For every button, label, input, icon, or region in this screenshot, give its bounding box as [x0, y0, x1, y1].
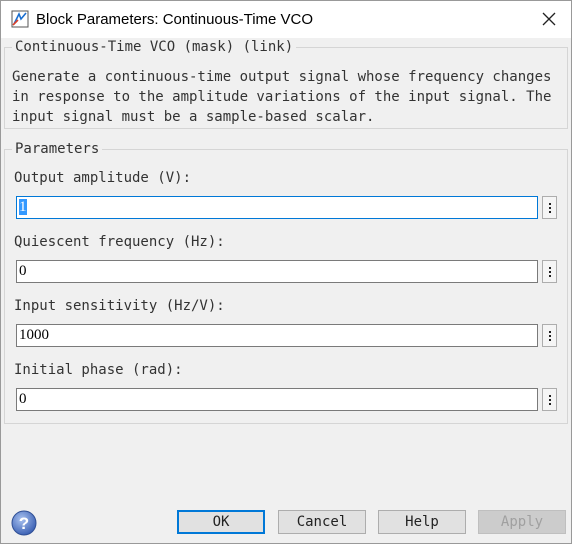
dot-icon	[548, 338, 551, 341]
svg-text:?: ?	[19, 514, 29, 533]
output-amplitude-input[interactable]: 1	[16, 196, 538, 219]
dot-icon	[548, 270, 551, 273]
dot-icon	[548, 210, 551, 213]
dot-icon	[548, 334, 551, 337]
dot-icon	[548, 274, 551, 277]
dot-icon	[548, 394, 551, 397]
dot-icon	[548, 206, 551, 209]
parameters-group	[4, 149, 568, 424]
output-amplitude-label: Output amplitude (V):	[14, 170, 192, 186]
mask-description: Generate a continuous-time output signal…	[12, 69, 552, 125]
dot-icon	[548, 398, 551, 401]
dot-icon	[548, 330, 551, 333]
window-title: Block Parameters: Continuous-Time VCO	[36, 11, 314, 28]
initial-phase-label: Initial phase (rad):	[14, 362, 183, 378]
output-amplitude-value: 1	[19, 199, 27, 215]
initial-phase-input[interactable]: 0	[16, 388, 538, 411]
close-icon	[542, 12, 556, 26]
cancel-button[interactable]: Cancel	[278, 510, 366, 534]
ok-button[interactable]: OK	[177, 510, 265, 534]
initial-phase-more-button[interactable]	[542, 388, 557, 411]
input-sensitivity-more-button[interactable]	[542, 324, 557, 347]
parameters-legend: Parameters	[12, 141, 103, 157]
apply-button[interactable]: Apply	[478, 510, 566, 534]
dot-icon	[548, 266, 551, 269]
title-bar: Block Parameters: Continuous-Time VCO	[0, 0, 572, 38]
quiescent-frequency-more-button[interactable]	[542, 260, 557, 283]
help-icon[interactable]: ?	[11, 510, 37, 536]
input-sensitivity-label: Input sensitivity (Hz/V):	[14, 298, 225, 314]
dot-icon	[548, 202, 551, 205]
quiescent-frequency-input[interactable]: 0	[16, 260, 538, 283]
input-sensitivity-input[interactable]: 1000	[16, 324, 538, 347]
quiescent-frequency-label: Quiescent frequency (Hz):	[14, 234, 225, 250]
close-button[interactable]	[539, 9, 559, 29]
output-amplitude-more-button[interactable]	[542, 196, 557, 219]
dot-icon	[548, 402, 551, 405]
help-button[interactable]: Help	[378, 510, 466, 534]
mask-legend: Continuous-Time VCO (mask) (link)	[12, 39, 297, 55]
simulink-block-icon	[11, 10, 29, 28]
